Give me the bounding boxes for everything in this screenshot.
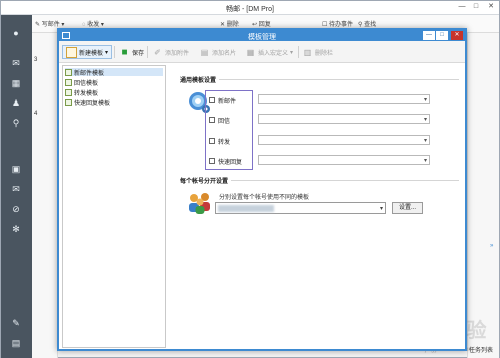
general-section-title: 通用模板设置 [180,78,217,84]
checkbox[interactable] [209,138,215,144]
dialog-toolbar: 新建模板 ▾ ■ 保存 ✐ 添加附件 ▤ 添加名片 ▦ 插入宏定义 ▾ ▥ 删除… [59,41,465,63]
checkbox[interactable] [209,158,215,164]
dialog-close-button[interactable]: ✕ [451,31,463,40]
macro-icon: ▦ [246,47,255,57]
checkbox[interactable] [209,97,215,103]
account-settings-button[interactable]: 设置... [392,202,423,214]
dialog-maximize-button[interactable]: □ [436,31,448,40]
calendar-icon[interactable]: ▦ [9,77,23,89]
nav-rail: ● ✉ ▦ ♟ ⚲ ▣ ✉ ⊘ ✻ ✎ ▤ [1,15,32,358]
template-item-forward[interactable]: 转发模板 [65,88,98,97]
reply-checkbox[interactable]: 回信 [209,115,230,125]
todo-button[interactable]: ☐ 待办事件 [322,19,353,28]
folder-count-1: 3 [34,57,38,63]
delete-button[interactable]: ✕ 删除 [220,19,239,28]
add-attachment-button[interactable]: ✐ 添加附件 [152,45,189,59]
template-icon [65,98,72,106]
insert-macro-button[interactable]: ▦ 插入宏定义 ▾ [245,45,293,59]
checkbox[interactable] [209,117,215,123]
accounts-icon [187,190,213,214]
account-section-caption: 分别设置每个帐号使用不同的模板 [219,195,310,201]
reply-button[interactable]: ↩ 回复 [252,19,271,28]
add-card-button[interactable]: ▤ 添加名片 [199,45,236,59]
delete-icon: ▥ [303,47,312,57]
exit-icon[interactable]: ▤ [9,337,23,349]
new-mail-template-select[interactable]: ▾ [258,94,430,104]
template-list: 新邮件模板 回信模板 转发模板 快速回复模板 [62,65,166,348]
maximize-button[interactable]: □ [469,1,483,13]
new-template-button[interactable]: 新建模板 ▾ [62,45,113,59]
template-icon [66,46,77,58]
delete-column-button[interactable]: ▥ 删除栏 [302,45,333,59]
search-button[interactable]: ⚲ 查找 [358,19,376,28]
new-mail-checkbox[interactable]: 新邮件 [209,95,236,105]
attachment-icon[interactable]: ⊘ [9,203,23,215]
folder-pane: 3 4 [32,33,58,358]
template-icon [65,68,72,76]
card-icon: ▤ [200,47,209,57]
reply-template-select[interactable]: ▾ [258,114,430,124]
address-card-icon[interactable]: ▣ [9,163,23,175]
paperclip-icon: ✐ [154,47,161,57]
save-icon: ■ [121,46,128,58]
forward-checkbox[interactable]: 转发 [209,136,230,146]
chevron-down-icon: ▾ [379,206,383,212]
forward-template-select[interactable]: ▾ [258,135,430,145]
window-title: 畅邮 - [DM Pro] [226,6,274,13]
quick-reply-checkbox[interactable]: 快速回复 [209,156,242,166]
template-item-quick-reply[interactable]: 快速回复模板 [65,98,110,107]
template-icon [65,88,72,96]
envelope-icon[interactable]: ✉ [9,183,23,195]
dialog-minimize-button[interactable]: — [423,31,435,40]
receive-button[interactable]: ◌ 收发 ▾ [82,19,104,28]
contacts-icon[interactable]: ♟ [9,97,23,109]
main-titlebar: 畅邮 - [DM Pro] — □ ✕ [1,1,499,15]
template-item-reply[interactable]: 回信模板 [65,78,98,87]
template-item-new[interactable]: 新邮件模板 [65,68,163,77]
search-icon[interactable]: ⚲ [9,117,23,129]
compose-button[interactable]: ✎ 写邮件 ▾ [35,19,64,28]
mail-list-pane: » 任务列表 [467,33,499,358]
folder-count-2: 4 [34,111,38,117]
dialog-titlebar: 模板管理 — □ ✕ [59,30,465,41]
template-icon [65,78,72,86]
save-button[interactable]: ■ 保存 [119,45,144,59]
account-select[interactable]: ▾ [215,202,386,214]
divider [219,79,459,80]
divider [231,180,459,181]
avatar-icon[interactable]: ● [9,27,23,39]
minimize-button[interactable]: — [455,1,469,13]
mail-icon[interactable]: ✉ [9,57,23,69]
close-button[interactable]: ✕ [484,1,498,13]
account-value-redacted [218,205,274,212]
tools-icon[interactable]: ✎ [9,317,23,329]
account-section-title: 每个帐号分开设置 [180,179,229,185]
gear-icon[interactable]: ✻ [9,223,23,235]
expand-icon[interactable]: » [490,243,493,249]
quick-reply-template-select[interactable]: ▾ [258,155,430,165]
template-manager-dialog: 模板管理 — □ ✕ 新建模板 ▾ ■ 保存 ✐ 添加附件 ▤ 添加名片 ▦ 插… [57,28,467,351]
